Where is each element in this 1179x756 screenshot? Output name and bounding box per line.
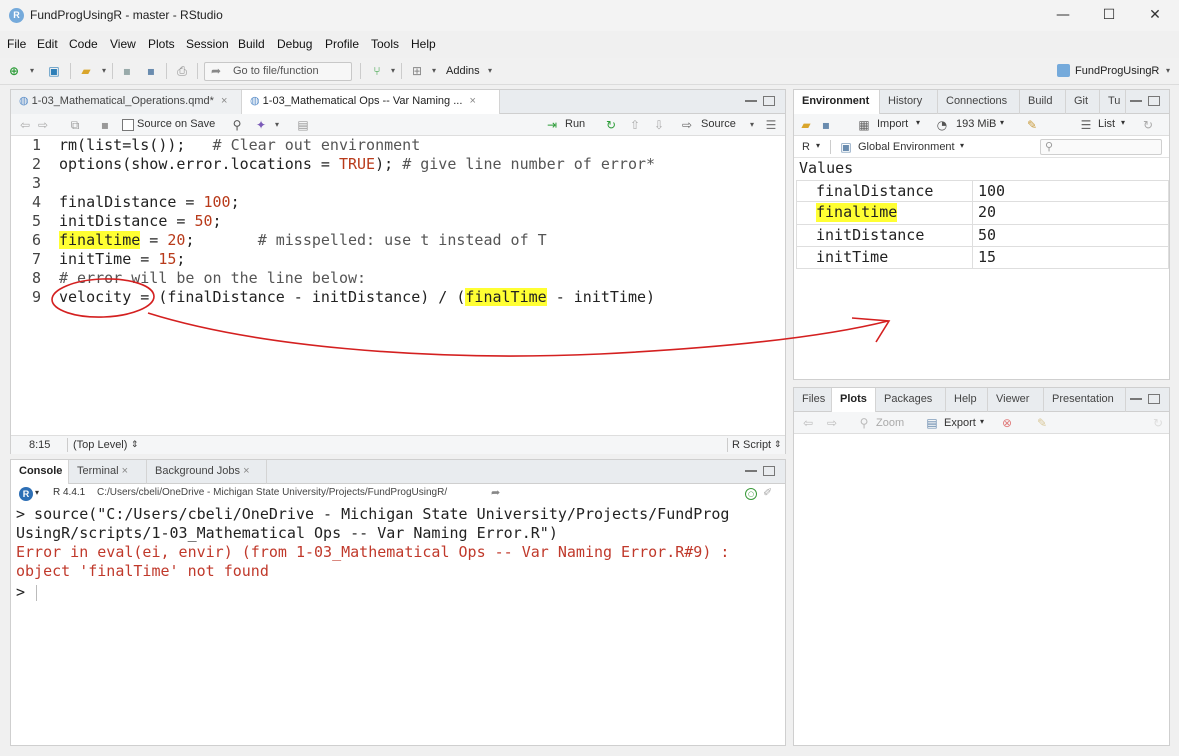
annotation-arrow [147, 312, 889, 357]
annotation-overlay [51, 278, 891, 357]
annotation-circle [51, 278, 155, 318]
